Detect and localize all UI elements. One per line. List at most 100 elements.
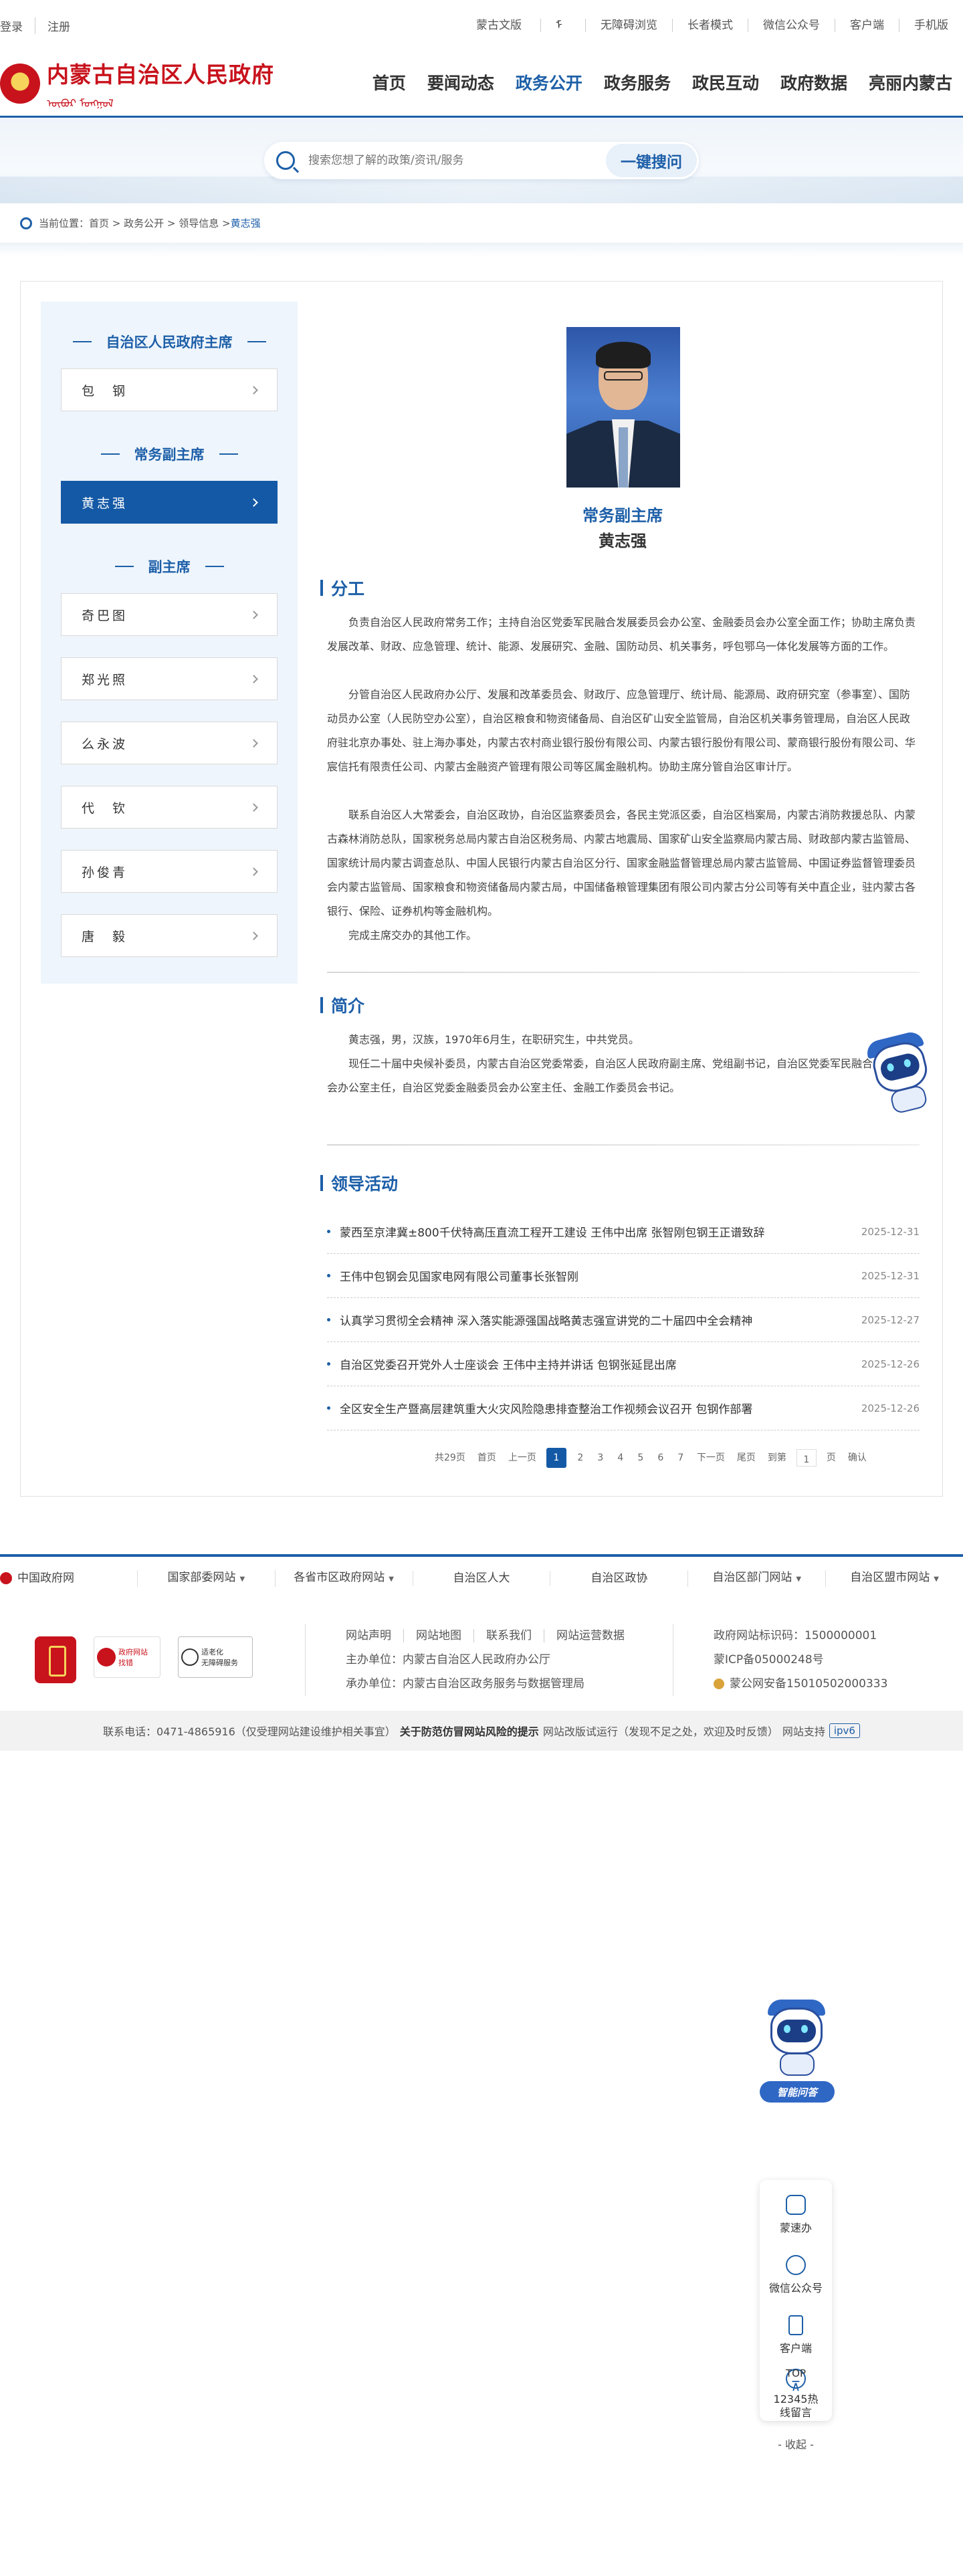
breadcrumb-path[interactable]: 首页 > 政务公开 > 领导信息 >	[89, 216, 231, 230]
accessibility-badge[interactable]: 适老化 无障碍服务	[178, 1636, 253, 1678]
section-divider	[327, 1144, 920, 1146]
site-map-link[interactable]: 网站地图	[403, 1629, 461, 1642]
site-header: 内蒙古自治区人民政府 ᠥᠪᠥᠷ ᠮᠣᠩᠭᠣᠯ 首页 要闻动态 政务公开 政务服务…	[0, 51, 963, 118]
nav-interaction[interactable]: 政民互动	[681, 50, 770, 117]
activity-item[interactable]: 自治区党委召开党外人士座谈会 王伟中主持并讲话 包钢张延昆出席 2025-12-2…	[327, 1342, 920, 1386]
footer-info: 政府网站 找错 适老化 无障碍服务 网站声明 网站地图 联系我们 网站运营数据 主办单位：…	[0, 1618, 963, 1701]
intro-paragraph-2: 现任二十届中央候补委员，内蒙古自治区党委常委，自治区人民政府副主席、党组副书记，…	[327, 1057, 916, 1094]
main-nav: 首页 要闻动态 政务公开 政务服务 政民互动 政府数据 亮丽内蒙古	[362, 50, 963, 117]
sidebar-item-label: 黄志强	[82, 496, 128, 511]
nav-services[interactable]: 政务服务	[593, 50, 681, 117]
chevron-right-icon	[249, 498, 258, 507]
sidebar-item-huang-zhiqiang[interactable]: 黄志强	[61, 481, 278, 524]
ops-data-link[interactable]: 网站运营数据	[544, 1629, 625, 1642]
footer-link-gov-cn[interactable]: 中国政府网	[0, 1571, 137, 1586]
footer-link-leagues[interactable]: 自治区盟市网站 ▼	[825, 1570, 963, 1587]
float-label: 客户端	[779, 2342, 812, 2355]
client-link[interactable]: 客户端	[835, 19, 899, 32]
search-button[interactable]: 一键搜问	[606, 144, 697, 177]
nav-gov-affairs[interactable]: 政务公开	[505, 50, 593, 117]
footer-link-npc[interactable]: 自治区人大	[412, 1571, 550, 1586]
arrow-up-icon: ⊼	[790, 2378, 801, 2394]
phishing-warning-link[interactable]: 关于防范仿冒网站风险的提示	[400, 1723, 539, 1739]
footer-link-label: 自治区盟市网站	[850, 1570, 930, 1584]
activity-date: 2025-12-31	[861, 1225, 920, 1238]
pager-page-7[interactable]: 7	[671, 1448, 691, 1468]
activity-title[interactable]: 认真学习贯彻全会精神 深入落实能源强国战略黄志强宣讲党的二十届四中全会精神	[327, 1311, 752, 1328]
party-gov-badge-icon[interactable]	[35, 1636, 76, 1683]
leader-position: 常务副主席	[582, 506, 663, 525]
breadcrumb: 当前位置： 首页 > 政务公开 > 领导信息 > 黄志强	[0, 203, 963, 243]
nav-home[interactable]: 首页	[362, 50, 417, 117]
activity-item[interactable]: 王伟中包钢会见国家电网有限公司董事长张智刚 2025-12-31	[327, 1254, 920, 1298]
mongolian-version-link[interactable]: 蒙古文版 ᠮ	[447, 19, 585, 32]
wechat-link[interactable]: 微信公众号	[748, 19, 835, 32]
back-to-top-button[interactable]: TOP ⊼	[760, 2367, 832, 2393]
caret-down-icon: ▼	[934, 1575, 939, 1583]
footer-link-ministries[interactable]: 国家部委网站 ▼	[136, 1570, 275, 1587]
pager-first[interactable]: 首页	[471, 1448, 502, 1468]
pager-confirm-button[interactable]: 确认	[842, 1448, 873, 1468]
nav-beautiful-imm[interactable]: 亮丽内蒙古	[858, 50, 963, 117]
activity-item[interactable]: 蒙西至京津冀±800千伏特高压直流工程开工建设 王伟中出席 张智刚包钢王正谱致辞…	[327, 1210, 920, 1254]
sidebar-item-label: 孙俊青	[82, 865, 128, 880]
undertake-unit: 承办单位：内蒙古自治区政务服务与数据管理局	[346, 1677, 584, 1691]
collapse-button[interactable]: - 收起 -	[760, 2436, 832, 2452]
pager-page-2[interactable]: 2	[570, 1448, 591, 1468]
elder-mode-link[interactable]: 长者模式	[672, 19, 748, 32]
pager-page-5[interactable]: 5	[631, 1448, 651, 1468]
footer-link-cppcc[interactable]: 自治区政协	[550, 1571, 687, 1586]
content-panel: 自治区人民政府主席 包 钢 常务副主席 黄志强 副主席 奇巴图 郑光照 么永波 …	[20, 281, 943, 1497]
footer-link-label: 自治区部门网站	[712, 1570, 792, 1584]
sidebar-item-me-yongbo[interactable]: 么永波	[61, 722, 278, 764]
activity-item[interactable]: 认真学习贯彻全会精神 深入落实能源强国战略黄志强宣讲党的二十届四中全会精神 202…	[327, 1298, 920, 1342]
smart-qa-button[interactable]: 智能问答	[760, 2081, 835, 2103]
photo-glasses	[604, 371, 643, 381]
sidebar-item-zheng-guangzhao[interactable]: 郑光照	[61, 657, 278, 700]
police-record[interactable]: 蒙公网安备15010502000333	[714, 1672, 887, 1696]
assistant-robot-icon[interactable]	[757, 2000, 837, 2080]
nav-data[interactable]: 政府数据	[770, 50, 858, 117]
mobile-link[interactable]: 手机版	[899, 19, 963, 32]
float-wechat[interactable]: 微信公众号	[760, 2255, 832, 2295]
login-link[interactable]: 登录	[0, 17, 35, 34]
sidebar-item-tang-yi[interactable]: 唐 毅	[61, 914, 278, 957]
activity-title[interactable]: 蒙西至京津冀±800千伏特高压直流工程开工建设 王伟中出席 张智刚包钢王正谱致辞	[327, 1223, 765, 1240]
pager-last[interactable]: 尾页	[731, 1448, 762, 1468]
sidebar-item-qi-batu[interactable]: 奇巴图	[61, 593, 278, 636]
sidebar-item-bao-gang[interactable]: 包 钢	[61, 368, 278, 411]
nav-news[interactable]: 要闻动态	[417, 50, 505, 117]
pager-page-6[interactable]: 6	[651, 1448, 671, 1468]
pager-page-3[interactable]: 3	[591, 1448, 611, 1468]
float-client[interactable]: 客户端	[760, 2315, 832, 2355]
footer-link-provinces[interactable]: 各省市区政府网站 ▼	[274, 1570, 413, 1587]
pager-next[interactable]: 下一页	[691, 1448, 731, 1468]
activity-title[interactable]: 王伟中包钢会见国家电网有限公司董事长张智刚	[327, 1267, 578, 1284]
error-report-badge[interactable]: 政府网站 找错	[94, 1636, 160, 1678]
accessibility-link[interactable]: 无障碍浏览	[585, 19, 672, 32]
icp-number[interactable]: 蒙ICP备05000248号	[714, 1648, 887, 1672]
chevron-right-icon	[249, 867, 258, 876]
float-label: 蒙速办	[779, 2222, 812, 2234]
activity-title[interactable]: 自治区党委召开党外人士座谈会 王伟中主持并讲话 包钢张延昆出席	[327, 1356, 677, 1372]
footer-link-departments[interactable]: 自治区部门网站 ▼	[687, 1570, 825, 1587]
pager-page-1[interactable]: 1	[546, 1448, 566, 1468]
site-statement-link[interactable]: 网站声明	[346, 1629, 391, 1642]
sidebar-item-sun-junqing[interactable]: 孙俊青	[61, 850, 278, 893]
pager-page-4[interactable]: 4	[611, 1448, 631, 1468]
register-link[interactable]: 注册	[35, 17, 82, 34]
chevron-right-icon	[249, 385, 258, 395]
pager-goto-input[interactable]: 1	[796, 1449, 817, 1467]
sidebar-item-dai-qin[interactable]: 代 钦	[61, 786, 278, 829]
pagination: 共29页 首页 上一页 1 2 3 4 5 6 7 下一页 尾页 到第 1 页 …	[429, 1448, 873, 1468]
float-mengsuban[interactable]: 蒙速办	[760, 2195, 832, 2235]
ipv6-badge: ipv6	[829, 1723, 860, 1738]
site-logo[interactable]: 内蒙古自治区人民政府 ᠥᠪᠥᠷ ᠮᠣᠩᠭᠣᠯ	[0, 57, 274, 110]
activity-item[interactable]: 全区安全生产暨高层建筑重大火灾风险隐患排查整治工作视频会议召开 包钢作部署 202…	[327, 1386, 920, 1430]
pager-prev[interactable]: 上一页	[502, 1448, 542, 1468]
search-input[interactable]	[308, 154, 606, 167]
badge-line: 适老化	[201, 1648, 223, 1656]
search-box: 一键搜问	[264, 142, 699, 179]
activity-title[interactable]: 全区安全生产暨高层建筑重大火灾风险隐患排查整治工作视频会议召开 包钢作部署	[327, 1400, 752, 1416]
contact-link[interactable]: 联系我们	[473, 1629, 532, 1642]
